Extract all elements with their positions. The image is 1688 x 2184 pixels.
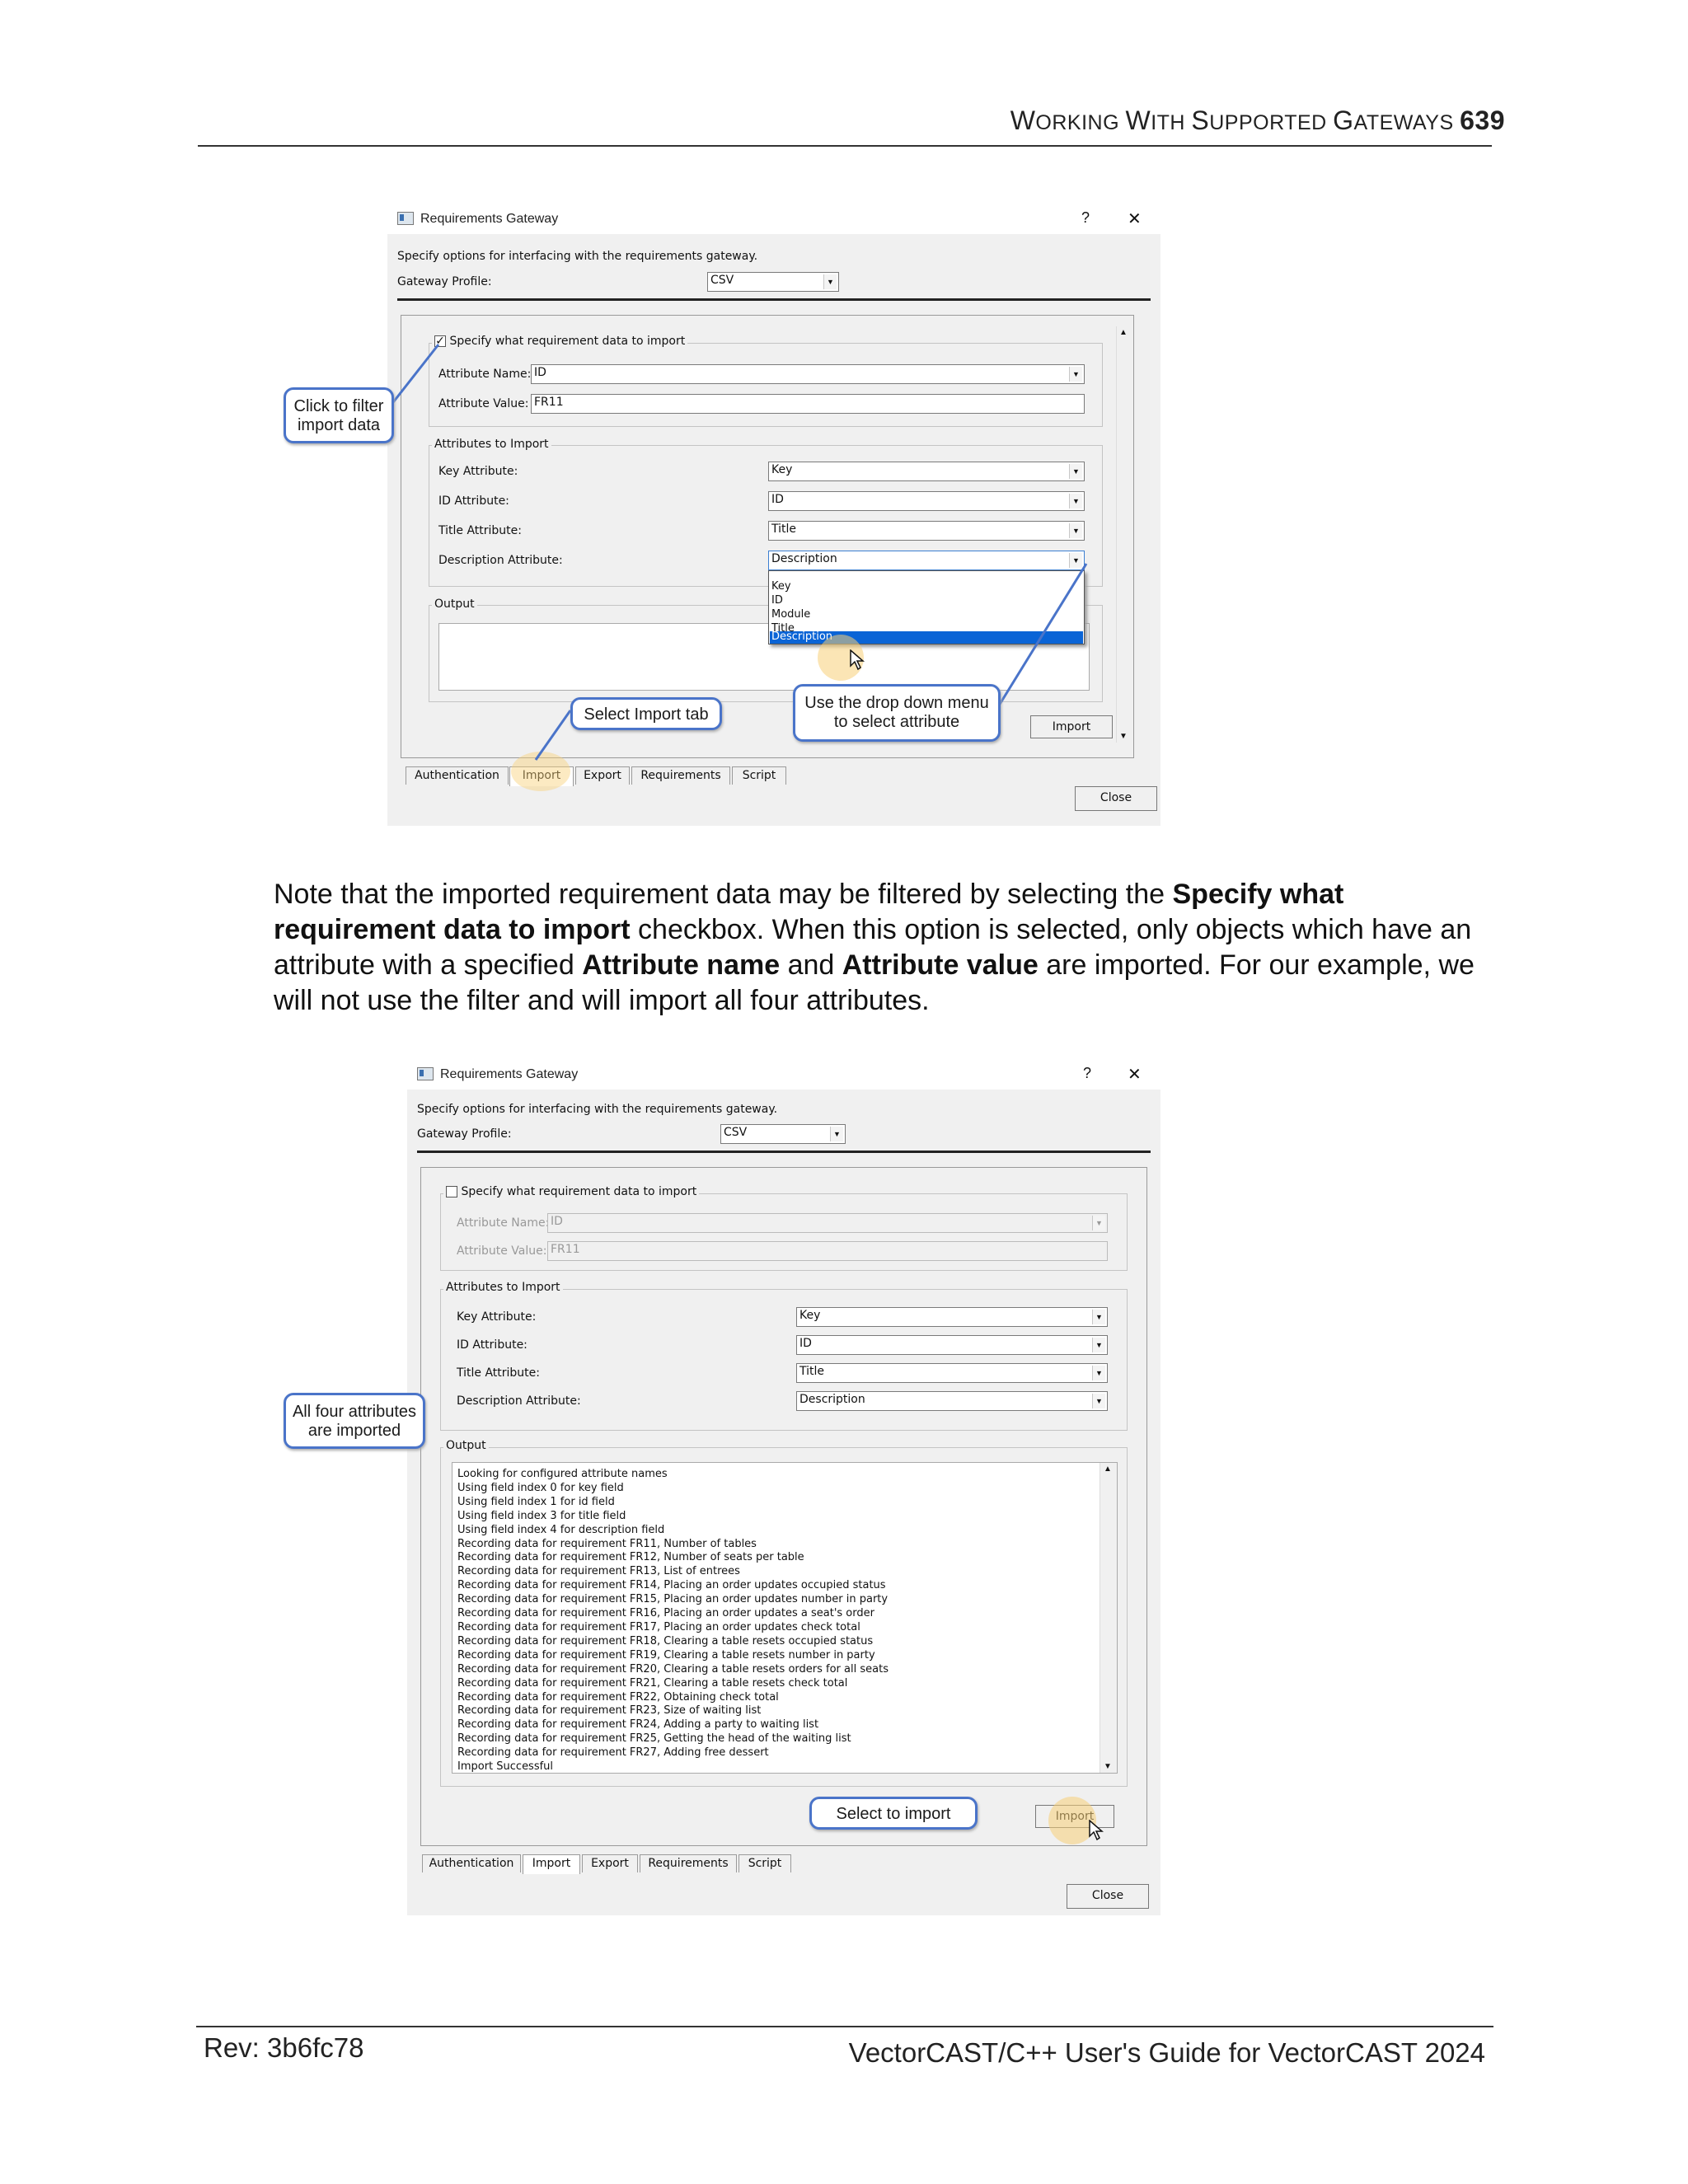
description-attribute-select[interactable]: Description ▼ <box>796 1391 1108 1411</box>
output-line: Recording data for requirement FR19, Cle… <box>457 1648 875 1661</box>
help-button[interactable]: ? <box>1083 1065 1091 1082</box>
chevron-down-icon: ▼ <box>1092 1366 1105 1380</box>
mouse-pointer-icon <box>1088 1819 1104 1841</box>
attribute-value-input[interactable]: FR11 <box>547 1241 1108 1261</box>
callout-all-four-attributes: All four attributes are imported <box>284 1393 425 1449</box>
callout-text: to select attribute <box>833 713 960 731</box>
attribute-name-value: ID <box>551 1215 563 1228</box>
output-line: Recording data for requirement FR13, Lis… <box>457 1565 740 1578</box>
output-log: Looking for configured attribute names Us… <box>457 1468 889 1774</box>
output-line: Recording data for requirement FR20, Cle… <box>457 1662 889 1675</box>
attribute-value-label: Attribute Value: <box>457 1244 547 1258</box>
tab-requirements[interactable]: Requirements <box>640 1854 737 1872</box>
callout-click-to-filter: Click to filter import data <box>284 387 394 443</box>
tab-import[interactable]: Import <box>523 1854 580 1874</box>
description-attribute-label: Description Attribute: <box>457 1394 581 1408</box>
tab-script[interactable]: Script <box>738 1854 791 1872</box>
output-line: Looking for configured attribute names <box>457 1468 668 1480</box>
description-attribute-value: Description <box>799 1393 865 1406</box>
output-group-label: Output <box>443 1439 489 1452</box>
chevron-down-icon: ▼ <box>1092 1216 1105 1230</box>
footer-rule <box>196 2026 1493 2027</box>
output-scrollbar[interactable]: ▲ ▼ <box>1100 1463 1117 1773</box>
close-icon[interactable]: ✕ <box>1128 1064 1142 1085</box>
output-line: Recording data for requirement FR12, Num… <box>457 1551 804 1564</box>
output-line: Using field index 4 for description fiel… <box>457 1523 665 1536</box>
output-line: Recording data for requirement FR14, Pla… <box>457 1579 886 1592</box>
filter-checkbox-row[interactable]: Specify what requirement data to import <box>443 1185 700 1198</box>
attribute-name-select[interactable]: ID ▼ <box>547 1213 1108 1233</box>
key-attribute-select[interactable]: Key ▼ <box>796 1307 1108 1327</box>
close-button[interactable]: Close <box>1067 1884 1149 1909</box>
output-textarea[interactable]: Looking for configured attribute names Us… <box>452 1462 1118 1774</box>
output-line: Recording data for requirement FR17, Pla… <box>457 1620 860 1633</box>
title-attribute-select[interactable]: Title ▼ <box>796 1363 1108 1383</box>
output-line: Import Successful <box>457 1760 554 1774</box>
output-line: Recording data for requirement FR24, Add… <box>457 1718 819 1732</box>
gateway-profile-value: CSV <box>724 1126 748 1139</box>
output-line: Recording data for requirement FR21, Cle… <box>457 1676 848 1690</box>
output-line: Using field index 1 for id field <box>457 1495 615 1508</box>
callout-text: All four attributes <box>292 1403 417 1421</box>
footer-guide-title: VectorCAST/C++ User's Guide for VectorCA… <box>848 2037 1485 2068</box>
output-line: Recording data for requirement FR22, Obt… <box>457 1690 779 1704</box>
callout-text: Select to import <box>836 1805 951 1823</box>
output-line: Recording data for requirement FR23, Siz… <box>457 1704 762 1718</box>
body-text: and <box>780 949 842 981</box>
id-attribute-label: ID Attribute: <box>457 1338 528 1352</box>
attributes-group-label: Attributes to Import <box>443 1281 563 1294</box>
callout-text: Select Import tab <box>584 705 709 724</box>
callout-use-drop-down: Use the drop down menu to select attribu… <box>793 684 1001 742</box>
body-bold: Attribute name <box>582 949 781 981</box>
callout-text: import data <box>297 416 381 434</box>
gateway-profile-label: Gateway Profile: <box>417 1127 512 1141</box>
attribute-name-label: Attribute Name: <box>457 1216 550 1230</box>
filter-checkbox[interactable] <box>446 1186 457 1197</box>
key-attribute-value: Key <box>799 1309 821 1322</box>
callout-text: are imported <box>307 1422 401 1440</box>
filter-checkbox-label: Specify what requirement data to import <box>461 1185 697 1198</box>
attribute-value-text: FR11 <box>551 1243 580 1256</box>
tab-export[interactable]: Export <box>582 1854 638 1872</box>
callout-text: Click to filter <box>293 397 384 415</box>
output-line: Recording data for requirement FR16, Pla… <box>457 1607 874 1620</box>
callout-select-to-import: Select to import <box>809 1797 978 1830</box>
connector-line <box>997 563 1088 706</box>
chevron-down-icon: ▼ <box>1092 1338 1105 1352</box>
callout-select-import-tab: Select Import tab <box>570 697 722 730</box>
body-text: Note that the imported requirement data … <box>274 879 1173 910</box>
id-attribute-value: ID <box>799 1337 812 1350</box>
separator <box>417 1151 1151 1153</box>
output-line: Recording data for requirement FR11, Num… <box>457 1537 757 1550</box>
output-line: Recording data for requirement FR15, Pla… <box>457 1593 889 1606</box>
requirements-gateway-dialog: Requirements Gateway ? ✕ Specify options… <box>407 1058 1160 1915</box>
chevron-down-icon: ▼ <box>1092 1310 1105 1324</box>
scroll-up-icon: ▲ <box>1104 1465 1112 1474</box>
window-icon <box>417 1067 434 1080</box>
connector-line <box>534 710 572 761</box>
output-line: Using field index 0 for key field <box>457 1481 624 1494</box>
chevron-down-icon: ▼ <box>1092 1394 1105 1408</box>
dialog-title: Requirements Gateway <box>440 1067 579 1081</box>
title-attribute-label: Title Attribute: <box>457 1366 540 1380</box>
body-paragraph: Note that the imported requirement data … <box>274 877 1485 1019</box>
dialog-description: Specify options for interfacing with the… <box>417 1103 778 1116</box>
id-attribute-select[interactable]: ID ▼ <box>796 1335 1108 1355</box>
scroll-down-icon: ▼ <box>1104 1762 1112 1771</box>
chevron-down-icon: ▼ <box>830 1127 843 1141</box>
output-line: Recording data for requirement FR18, Cle… <box>457 1634 874 1647</box>
callout-text: Use the drop down menu <box>804 694 989 712</box>
output-line: Recording data for requirement FR27, Add… <box>457 1746 769 1760</box>
output-line: Using field index 3 for title field <box>457 1509 626 1522</box>
connector-line <box>389 344 440 406</box>
gateway-profile-select[interactable]: CSV ▼ <box>720 1124 846 1144</box>
key-attribute-label: Key Attribute: <box>457 1310 537 1324</box>
footer-revision: Rev: 3b6fc78 <box>204 2032 364 2063</box>
output-line: Recording data for requirement FR25, Get… <box>457 1732 851 1746</box>
body-bold: Attribute value <box>842 949 1039 981</box>
tab-authentication[interactable]: Authentication <box>422 1854 521 1872</box>
title-attribute-value: Title <box>799 1365 825 1378</box>
